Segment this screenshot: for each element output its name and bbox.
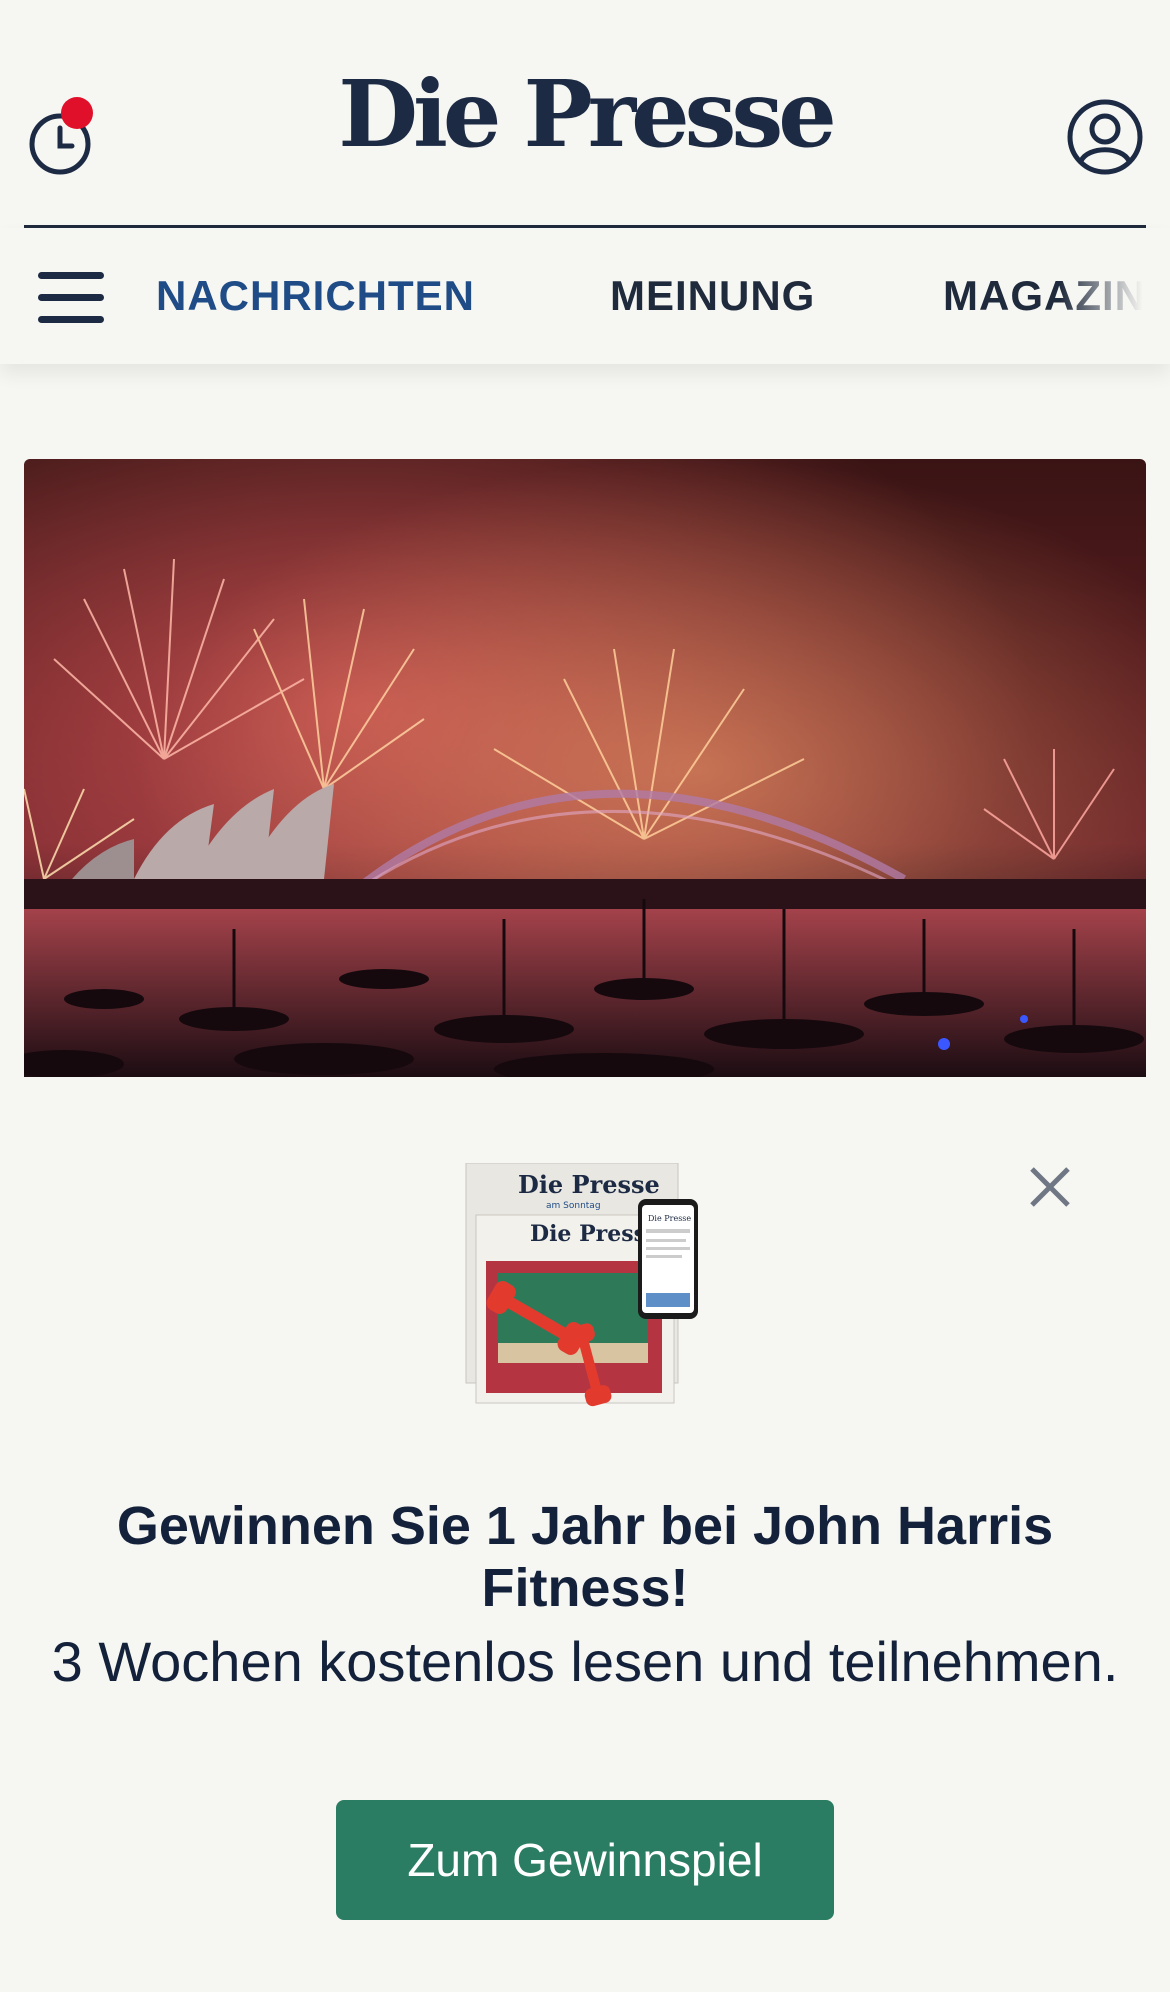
paper-1-subtitle: am Sonntag xyxy=(546,1201,601,1211)
promo-headline: Gewinnen Sie 1 Jahr bei John Harris Fitn… xyxy=(116,1496,1054,1618)
hamburger-menu-icon[interactable] xyxy=(38,270,106,326)
close-icon[interactable] xyxy=(1024,1161,1076,1213)
contest-cta-button[interactable]: Zum Gewinnspiel xyxy=(336,1800,834,1920)
page: Die Presse NACHRICHTEN MEINUNG MAGAZIN D… xyxy=(0,0,1170,1992)
site-header: Die Presse xyxy=(0,0,1170,228)
promo-overlay: Die Presse am Sonntag Die Presse Die Pre… xyxy=(0,1077,1170,1992)
section-nav: NACHRICHTEN MEINUNG MAGAZIN xyxy=(0,228,1170,364)
fireworks-image xyxy=(24,459,1146,1079)
phone-title: Die Presse xyxy=(648,1214,691,1223)
user-circle-icon xyxy=(1067,99,1143,175)
nav-scroll-fade xyxy=(1060,228,1170,364)
promo-subline: 3 Wochen kostenlos lesen und teilnehmen. xyxy=(51,1630,1119,1693)
site-logo[interactable]: Die Presse xyxy=(0,68,1170,160)
hero-image[interactable] xyxy=(24,459,1146,1079)
account-button[interactable] xyxy=(1066,98,1144,176)
nav-item-meinung[interactable]: MEINUNG xyxy=(610,272,815,320)
nav-item-nachrichten[interactable]: NACHRICHTEN xyxy=(156,272,475,320)
paper-1-title: Die Presse xyxy=(518,1170,660,1199)
promo-illustration: Die Presse am Sonntag Die Presse Die Pre… xyxy=(458,1162,710,1407)
